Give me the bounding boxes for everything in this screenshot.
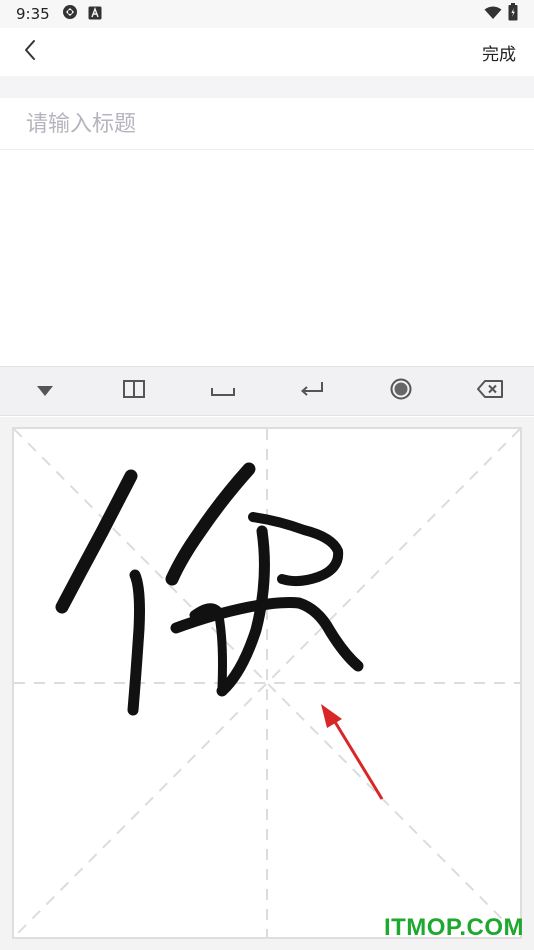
enter-icon [300, 381, 324, 401]
pen-button[interactable] [356, 367, 445, 415]
handwriting-guides [14, 429, 520, 937]
handwriting-pad[interactable] [12, 427, 522, 939]
status-right-icons [484, 3, 518, 25]
split-layout-icon [122, 380, 145, 402]
title-row [0, 98, 534, 150]
backspace-icon [476, 380, 503, 402]
handwritten-strokes [55, 462, 364, 716]
status-bar: 9:35 [0, 0, 534, 28]
wifi-icon [484, 5, 502, 24]
collapse-keyboard-button[interactable] [0, 367, 89, 415]
space-icon [210, 382, 235, 401]
nav-bar: 完成 [0, 28, 534, 76]
title-input[interactable] [26, 106, 506, 142]
app-a-icon [88, 5, 102, 24]
handwriting-area: ITMOP.COM [0, 417, 534, 950]
keyboard-toolbar [0, 366, 534, 416]
collapse-keyboard-icon [36, 382, 54, 401]
split-layout-button[interactable] [89, 367, 178, 415]
space-button[interactable] [178, 367, 267, 415]
back-button[interactable] [14, 36, 46, 68]
battery-icon [508, 3, 518, 25]
section-divider [0, 76, 534, 98]
status-time: 9:35 [16, 5, 50, 23]
pen-icon [390, 378, 412, 404]
sync-icon [62, 4, 78, 24]
red-arrow-annotation [321, 704, 384, 800]
done-button[interactable]: 完成 [482, 40, 516, 65]
backspace-button[interactable] [445, 367, 534, 415]
chevron-left-icon [23, 39, 37, 65]
handwriting-canvas[interactable] [14, 429, 520, 937]
note-content-area[interactable] [0, 151, 534, 366]
status-left-icons [62, 4, 102, 24]
watermark: ITMOP.COM [383, 914, 524, 941]
enter-button[interactable] [267, 367, 356, 415]
